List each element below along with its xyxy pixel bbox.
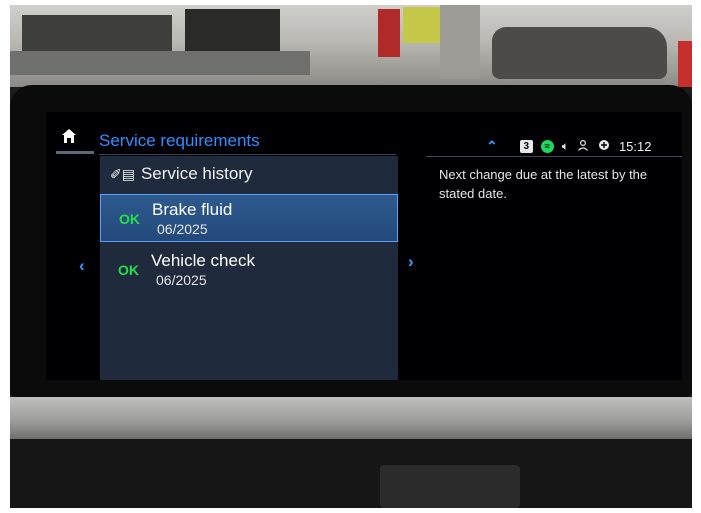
clock: 15:12 — [618, 138, 652, 154]
page-title: Service requirements — [99, 131, 260, 150]
tool-cabinet — [22, 15, 172, 51]
connectivity-icon — [597, 139, 611, 154]
profile-icon — [577, 139, 589, 154]
service-history-label: Service history — [140, 164, 253, 183]
home-tab-indicator — [56, 151, 94, 154]
dashboard-lower — [10, 439, 692, 508]
status-badge: OK — [119, 211, 140, 227]
engine-block — [492, 27, 667, 79]
chevron-left-icon[interactable]: ‹ — [79, 256, 85, 276]
home-icon-graphic — [62, 129, 76, 143]
shelf-rack — [440, 5, 480, 79]
list-item-brake-fluid[interactable]: OK Brake fluid 06/2025 — [100, 194, 398, 242]
service-history-header[interactable]: ✐▤ Service history — [100, 156, 398, 192]
profile-icon-graphic — [577, 139, 588, 151]
service-history-icon: ✐▤ — [110, 166, 135, 182]
volume-icon: 🔈︎ — [561, 138, 569, 153]
status-badge: OK — [118, 262, 139, 278]
hanging-jacket — [403, 7, 445, 43]
home-icon[interactable] — [56, 127, 82, 149]
notification-badge: 3 — [519, 139, 533, 153]
workbench-shelf — [10, 51, 310, 75]
dashboard-trim — [10, 397, 692, 439]
vent-control — [380, 465, 520, 508]
connectivity-icon-graphic — [598, 139, 609, 150]
list-item-vehicle-check[interactable]: OK Vehicle check 06/2025 — [100, 246, 398, 294]
title-divider — [99, 154, 396, 155]
status-bar: ⌃ 3 ≈ 🔈︎ 15:12 — [486, 136, 651, 156]
item-title: Brake fluid — [152, 200, 233, 219]
chevron-up-icon[interactable]: ⌃ — [486, 138, 498, 155]
item-date: 06/2025 — [156, 272, 207, 288]
fire-extinguisher — [678, 41, 692, 87]
workshop-machine — [185, 9, 280, 51]
spotify-icon: ≈ — [540, 139, 554, 153]
info-description: Next change due at the latest by the sta… — [439, 167, 648, 201]
info-divider — [426, 156, 682, 157]
item-date: 06/2025 — [157, 221, 208, 237]
infotainment-screen: Service requirements ⌃ 3 ≈ 🔈︎ 15:12 ‹ ✐▤… — [46, 112, 682, 380]
red-hose — [378, 9, 400, 57]
item-title: Vehicle check — [151, 251, 255, 270]
service-history-panel: ✐▤ Service history OK Brake fluid 06/2025… — [100, 156, 398, 380]
garage-background — [10, 5, 692, 87]
chevron-right-icon[interactable]: › — [408, 252, 414, 272]
